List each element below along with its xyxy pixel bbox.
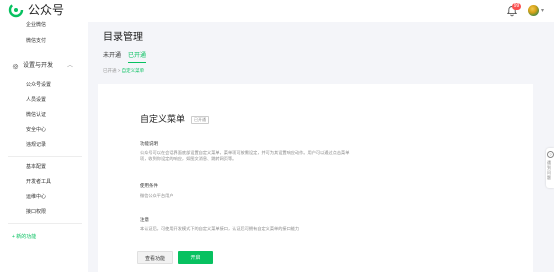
gear-icon: [12, 63, 19, 69]
sidebar-item-wechat-pay[interactable]: 微信支付: [26, 38, 46, 45]
section-heading-conditions: 使用条件: [140, 183, 158, 188]
chevron-up-icon: ︿: [67, 63, 74, 69]
sidebar-item-violations[interactable]: 违规记录: [26, 142, 46, 149]
view-feature-button[interactable]: 查看功能: [137, 251, 173, 264]
sidebar: 企业微信 微信支付 设置与开发 ︿ 公众号设置 人员设置 微信认证 安全中心 违…: [0, 22, 88, 272]
section-heading-description: 功能说明: [140, 141, 158, 146]
sidebar-item-wecom[interactable]: 企业微信: [26, 22, 46, 29]
top-bar: 公众号 99 ▾: [0, 0, 554, 22]
sidebar-item-api-permissions[interactable]: 接口权限: [26, 209, 46, 216]
help-label: 遇到问题: [547, 160, 551, 180]
breadcrumb-current: 自定义菜单: [121, 68, 145, 73]
status-badge: 已开通: [191, 115, 210, 124]
tab-enabled[interactable]: 已开通: [128, 52, 147, 63]
breadcrumb: 已开通 > 自定义菜单: [103, 68, 144, 74]
sidebar-item-verification[interactable]: 微信认证: [26, 112, 46, 119]
feature-title: 自定义菜单 已开通: [140, 114, 210, 125]
chevron-down-icon[interactable]: ▾: [541, 7, 544, 14]
notification-badge: 99: [511, 3, 521, 10]
notification-button[interactable]: 99: [506, 3, 521, 17]
app-logo[interactable]: 公众号: [8, 2, 64, 18]
feature-title-text: 自定义菜单: [140, 114, 186, 124]
page-title: 目录管理: [103, 32, 143, 43]
tab-not-enabled[interactable]: 未开通: [103, 52, 121, 63]
help-float-button[interactable]: ? 遇到问题: [546, 148, 554, 188]
section-text-notice: 本认证后，可使用开发模式下的自定义菜单接口，认证后可拥有自定义菜单的接口能力: [140, 226, 300, 231]
sidebar-item-account-settings[interactable]: 公众号设置: [26, 82, 51, 89]
top-right-actions: 99 ▾: [506, 3, 544, 17]
app-name: 公众号: [28, 3, 65, 17]
tab-bar: 未开通 已开通: [103, 52, 153, 63]
add-feature-button[interactable]: + 新的功能: [12, 233, 36, 241]
sidebar-item-security[interactable]: 安全中心: [26, 127, 46, 134]
section-heading-notice: 注意: [140, 217, 149, 222]
avatar[interactable]: [527, 4, 539, 16]
breadcrumb-parent[interactable]: 已开通: [103, 68, 117, 73]
sidebar-item-dev-tools[interactable]: 开发者工具: [26, 179, 51, 186]
section-text-conditions: 微信公众平台用户: [140, 193, 174, 198]
sidebar-item-staff-settings[interactable]: 人员设置: [26, 97, 46, 104]
sidebar-item-basic-config[interactable]: 基本配置: [26, 164, 46, 171]
wechat-logo-icon: [8, 2, 24, 18]
enable-button[interactable]: 开启: [178, 251, 213, 264]
question-icon: ?: [547, 151, 554, 158]
sidebar-divider: [8, 156, 82, 157]
sidebar-group-settings-dev[interactable]: 设置与开发 ︿: [12, 62, 73, 70]
breadcrumb-separator: >: [117, 68, 121, 73]
section-text-description: 公众号可以在会话界面底部设置自定义菜单，菜单项可按需设定，并可为其设置响应动作。…: [140, 150, 350, 161]
sidebar-divider: [8, 223, 82, 224]
sidebar-item-ops-center[interactable]: 运维中心: [26, 194, 46, 201]
sidebar-group-label: 设置与开发: [23, 63, 54, 69]
feature-card: [98, 84, 533, 272]
